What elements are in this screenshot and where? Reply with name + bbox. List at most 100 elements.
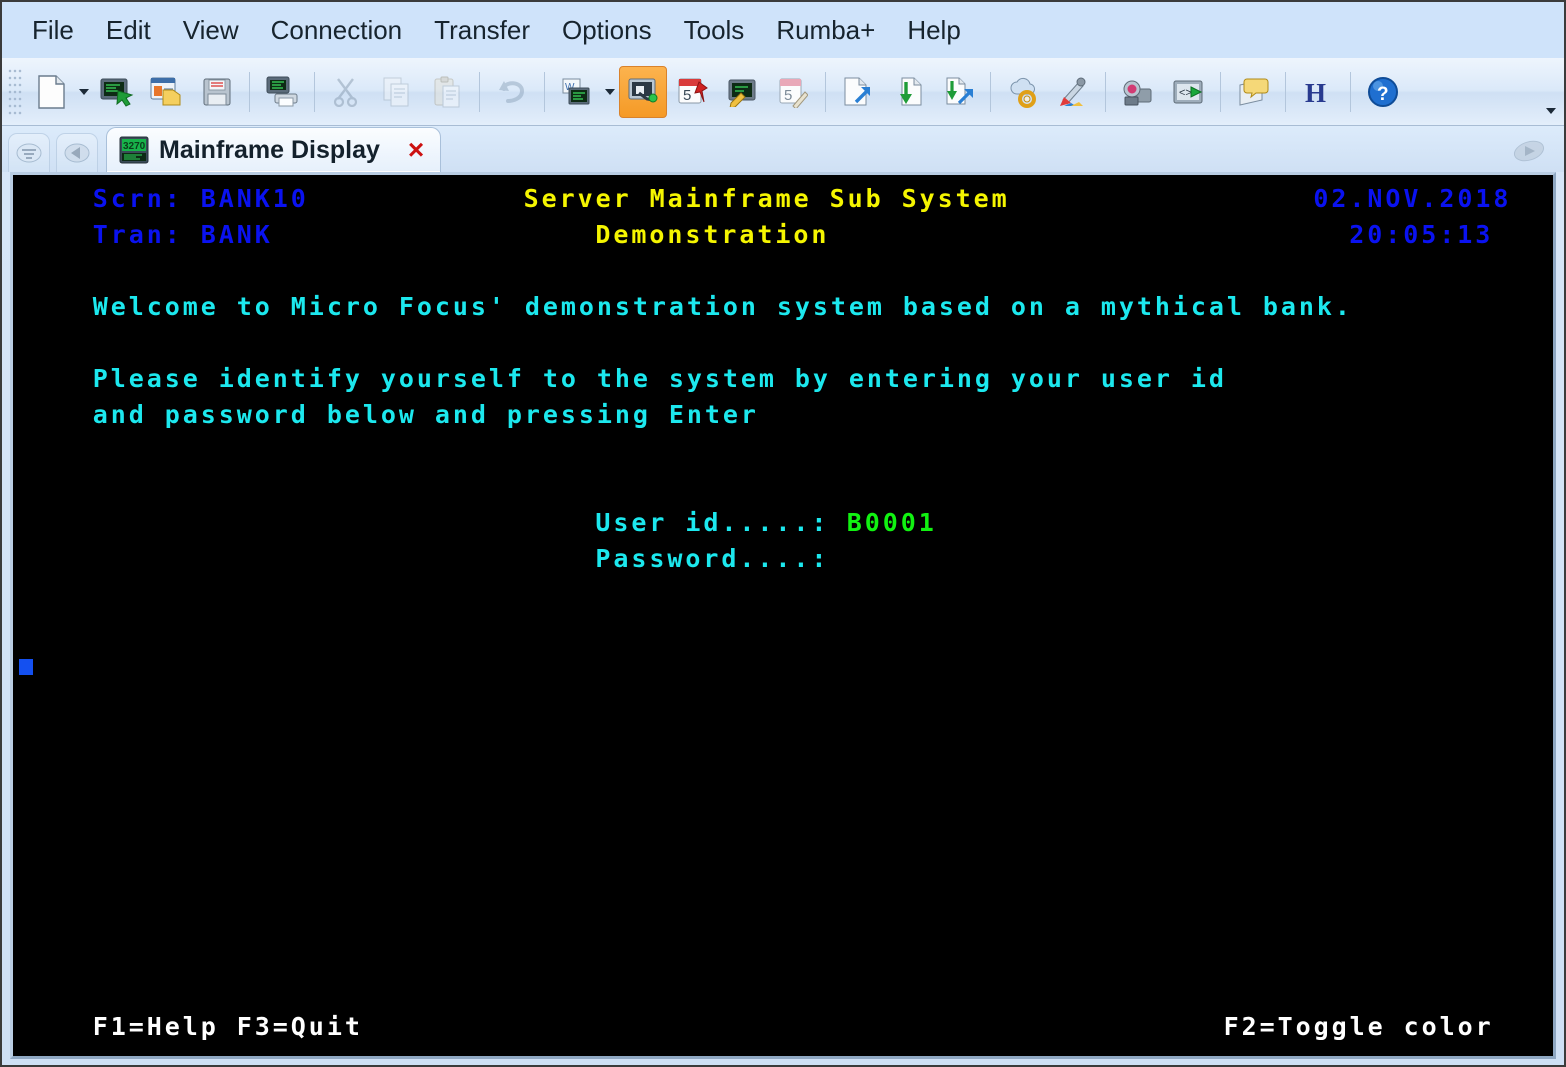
new-session-button[interactable] — [93, 66, 141, 118]
terminal-text: 02.NOV.2018 — [1313, 184, 1512, 213]
scroll-right-icon — [1512, 139, 1546, 163]
run-macro-button[interactable]: <> — [1164, 66, 1212, 118]
undo-arrow-icon — [496, 77, 528, 107]
main-toolbar: W 5 5 <> H ? — [2, 58, 1564, 126]
tab-list-button[interactable] — [8, 133, 50, 172]
connect-session-button[interactable] — [619, 65, 667, 118]
svg-text:5: 5 — [784, 87, 792, 104]
menu-options[interactable]: Options — [546, 11, 668, 50]
cut-scissors-icon — [333, 77, 361, 107]
toolbar-separator — [544, 71, 545, 112]
toolbar-separator — [990, 71, 991, 112]
record-macro-button[interactable] — [1114, 66, 1162, 118]
terminal-text: Welcome to Micro Focus' demonstration sy… — [92, 292, 1353, 321]
new-session-icon — [100, 77, 134, 107]
edit-screen-button[interactable] — [719, 66, 767, 118]
tab-scroll-right-button[interactable] — [1508, 136, 1550, 166]
terminal-text: Server Mainframe Sub System — [523, 184, 1010, 213]
svg-text:?: ? — [1377, 84, 1389, 105]
terminal-text: User id.....: — [595, 508, 830, 537]
terminal-text: Please identify yourself to the system b… — [92, 364, 1227, 393]
svg-text:<>: <> — [1179, 87, 1192, 99]
send-file-button[interactable] — [834, 66, 882, 118]
tab-scroll-left-button[interactable] — [56, 133, 98, 172]
terminal-3270-icon: 3270 — [119, 136, 149, 164]
terminal-text: Demonstration — [595, 220, 830, 249]
settings-button[interactable] — [999, 66, 1047, 118]
help-question-icon: ? — [1367, 76, 1399, 108]
new-document-icon — [36, 74, 66, 109]
hllapi-icon: H — [1303, 77, 1333, 107]
toolbar-drag-grip[interactable] — [8, 68, 22, 115]
terminal-text: B0001 — [846, 508, 937, 537]
menu-bar: File Edit View Connection Transfer Options Too… — [2, 2, 1564, 58]
menu-edit[interactable]: Edit — [90, 11, 167, 50]
calendar-pencil-icon: 5 — [778, 76, 808, 108]
rumba-terminal-emulator-window: File Edit View Connection Transfer Options Too… — [0, 0, 1566, 1067]
open-folder-icon — [150, 77, 184, 107]
tab-label: Mainframe Display — [159, 135, 380, 164]
calendar-button[interactable]: 5 — [769, 66, 817, 118]
menu-connection[interactable]: Connection — [255, 11, 419, 50]
terminal-row: Welcome to Micro Focus' demonstration sy… — [13, 289, 1553, 325]
terminal-row: F1=Help F3=Quit F2=Toggle color — [13, 1009, 1553, 1045]
receive-file-button[interactable] — [884, 66, 932, 118]
terminal-text: 20:05:13 — [1349, 220, 1494, 249]
copy-to-office-dropdown-arrow[interactable] — [602, 67, 618, 117]
terminal-text: and password below and pressing Enter — [92, 400, 759, 429]
session-tab-strip: 3270 Mainframe Display × — [2, 126, 1564, 172]
scroll-left-icon — [64, 142, 90, 164]
menu-transfer[interactable]: Transfer — [418, 11, 546, 50]
schedule-button[interactable]: 5 — [669, 66, 717, 118]
menu-rumba-plus[interactable]: Rumba+ — [760, 11, 891, 50]
help-button[interactable]: ? — [1359, 66, 1407, 118]
connect-session-icon — [627, 77, 659, 107]
new-document-dropdown-arrow[interactable] — [76, 67, 92, 117]
toolbar-separator — [479, 71, 480, 112]
save-button[interactable] — [193, 66, 241, 118]
menu-tools[interactable]: Tools — [668, 11, 761, 50]
transfer-both-icon — [941, 76, 975, 108]
mainframe-screen[interactable]: Scrn: BANK10 Server Mainframe Sub System 0… — [13, 175, 1553, 1056]
copy-to-office-button[interactable]: W — [553, 66, 601, 118]
toolbar-overflow-button[interactable] — [1542, 64, 1560, 120]
svg-text:3270: 3270 — [123, 141, 146, 152]
terminal-text: Tran: BANK — [92, 220, 273, 249]
terminal-text: Password....: — [595, 544, 830, 573]
toolbar-separator — [825, 71, 826, 112]
paste-icon — [432, 76, 462, 108]
menu-help[interactable]: Help — [891, 11, 976, 50]
transfer-files-button[interactable] — [934, 66, 982, 118]
print-screen-button[interactable] — [258, 66, 306, 118]
hllapi-button[interactable]: H — [1294, 66, 1342, 118]
open-folder-button[interactable] — [143, 66, 191, 118]
edit-screen-icon — [727, 77, 759, 107]
terminal-frame: Scrn: BANK10 Server Mainframe Sub System 0… — [10, 172, 1556, 1059]
terminal-row: Tran: BANK Demonstration 20:05:13 — [13, 217, 1553, 253]
copy-to-office-icon: W — [561, 77, 593, 107]
tab-mainframe-display[interactable]: 3270 Mainframe Display × — [106, 127, 442, 172]
color-palette-icon — [1057, 76, 1089, 108]
cut-button[interactable] — [323, 66, 371, 118]
svg-text:5: 5 — [683, 87, 691, 104]
hotspot-note-icon — [1237, 77, 1269, 107]
terminal-row: Scrn: BANK10 Server Mainframe Sub System 0… — [13, 181, 1553, 217]
terminal-text: F1=Help F3=Quit — [92, 1012, 363, 1041]
new-document-button[interactable] — [27, 66, 75, 118]
terminal-text: Scrn: BANK10 — [92, 184, 309, 213]
send-file-icon — [842, 76, 874, 108]
print-screen-icon — [265, 76, 299, 108]
calendar-pin-icon: 5 — [677, 76, 709, 108]
terminal-text: F2=Toggle color — [1223, 1012, 1494, 1041]
menu-view[interactable]: View — [167, 11, 255, 50]
copy-button[interactable] — [373, 66, 421, 118]
close-icon[interactable]: × — [408, 136, 424, 164]
colors-button[interactable] — [1049, 66, 1097, 118]
toolbar-separator — [1220, 71, 1221, 112]
toolbar-separator — [1350, 71, 1351, 112]
paste-button[interactable] — [423, 66, 471, 118]
menu-file[interactable]: File — [16, 11, 90, 50]
undo-button[interactable] — [488, 66, 536, 118]
receive-file-icon — [892, 76, 924, 108]
hotspots-button[interactable] — [1229, 66, 1277, 118]
